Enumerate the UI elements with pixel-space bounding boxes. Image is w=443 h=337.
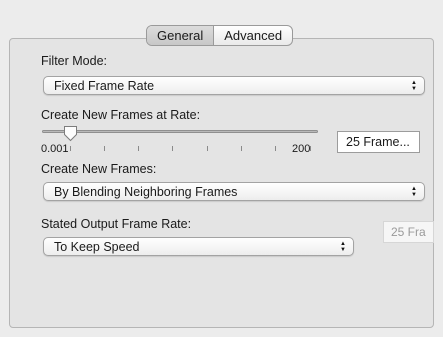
filter-mode-popup[interactable]: Fixed Frame Rate ▲ ▼	[43, 76, 425, 95]
new-frames-value: By Blending Neighboring Frames	[54, 185, 238, 199]
frame-rate-slider-thumb[interactable]	[63, 125, 78, 142]
slider-tick	[207, 146, 208, 151]
slider-tick	[172, 146, 173, 151]
new-frames-popup[interactable]: By Blending Neighboring Frames ▲ ▼	[43, 182, 425, 201]
output-rate-field: 25 Fra	[383, 221, 434, 243]
output-rate-label: Stated Output Frame Rate:	[41, 217, 192, 231]
output-rate-value: To Keep Speed	[54, 240, 140, 254]
frame-rate-field[interactable]: 25 Frame...	[337, 131, 420, 153]
popup-arrows-icon: ▲ ▼	[411, 79, 417, 92]
filter-mode-value: Fixed Frame Rate	[54, 79, 155, 93]
slider-tick	[241, 146, 242, 151]
popup-arrows-icon: ▲ ▼	[411, 185, 417, 198]
slider-tick	[104, 146, 105, 151]
slider-tick	[275, 146, 276, 151]
filter-mode-label: Filter Mode:	[41, 54, 107, 68]
tab-advanced[interactable]: Advanced	[214, 26, 292, 45]
frame-rate-label: Create New Frames at Rate:	[41, 108, 201, 122]
slider-max-label: 200	[292, 143, 311, 155]
popup-arrows-icon: ▲ ▼	[340, 240, 346, 253]
slider-tick	[70, 146, 71, 151]
frame-rate-slider-track[interactable]	[42, 130, 318, 133]
slider-tick	[138, 146, 139, 151]
output-rate-popup[interactable]: To Keep Speed ▲ ▼	[43, 237, 354, 256]
tab-control: General Advanced	[146, 25, 294, 46]
new-frames-label: Create New Frames:	[41, 162, 157, 176]
slider-min-label: 0.001	[41, 143, 69, 155]
tab-general[interactable]: General	[147, 26, 215, 45]
